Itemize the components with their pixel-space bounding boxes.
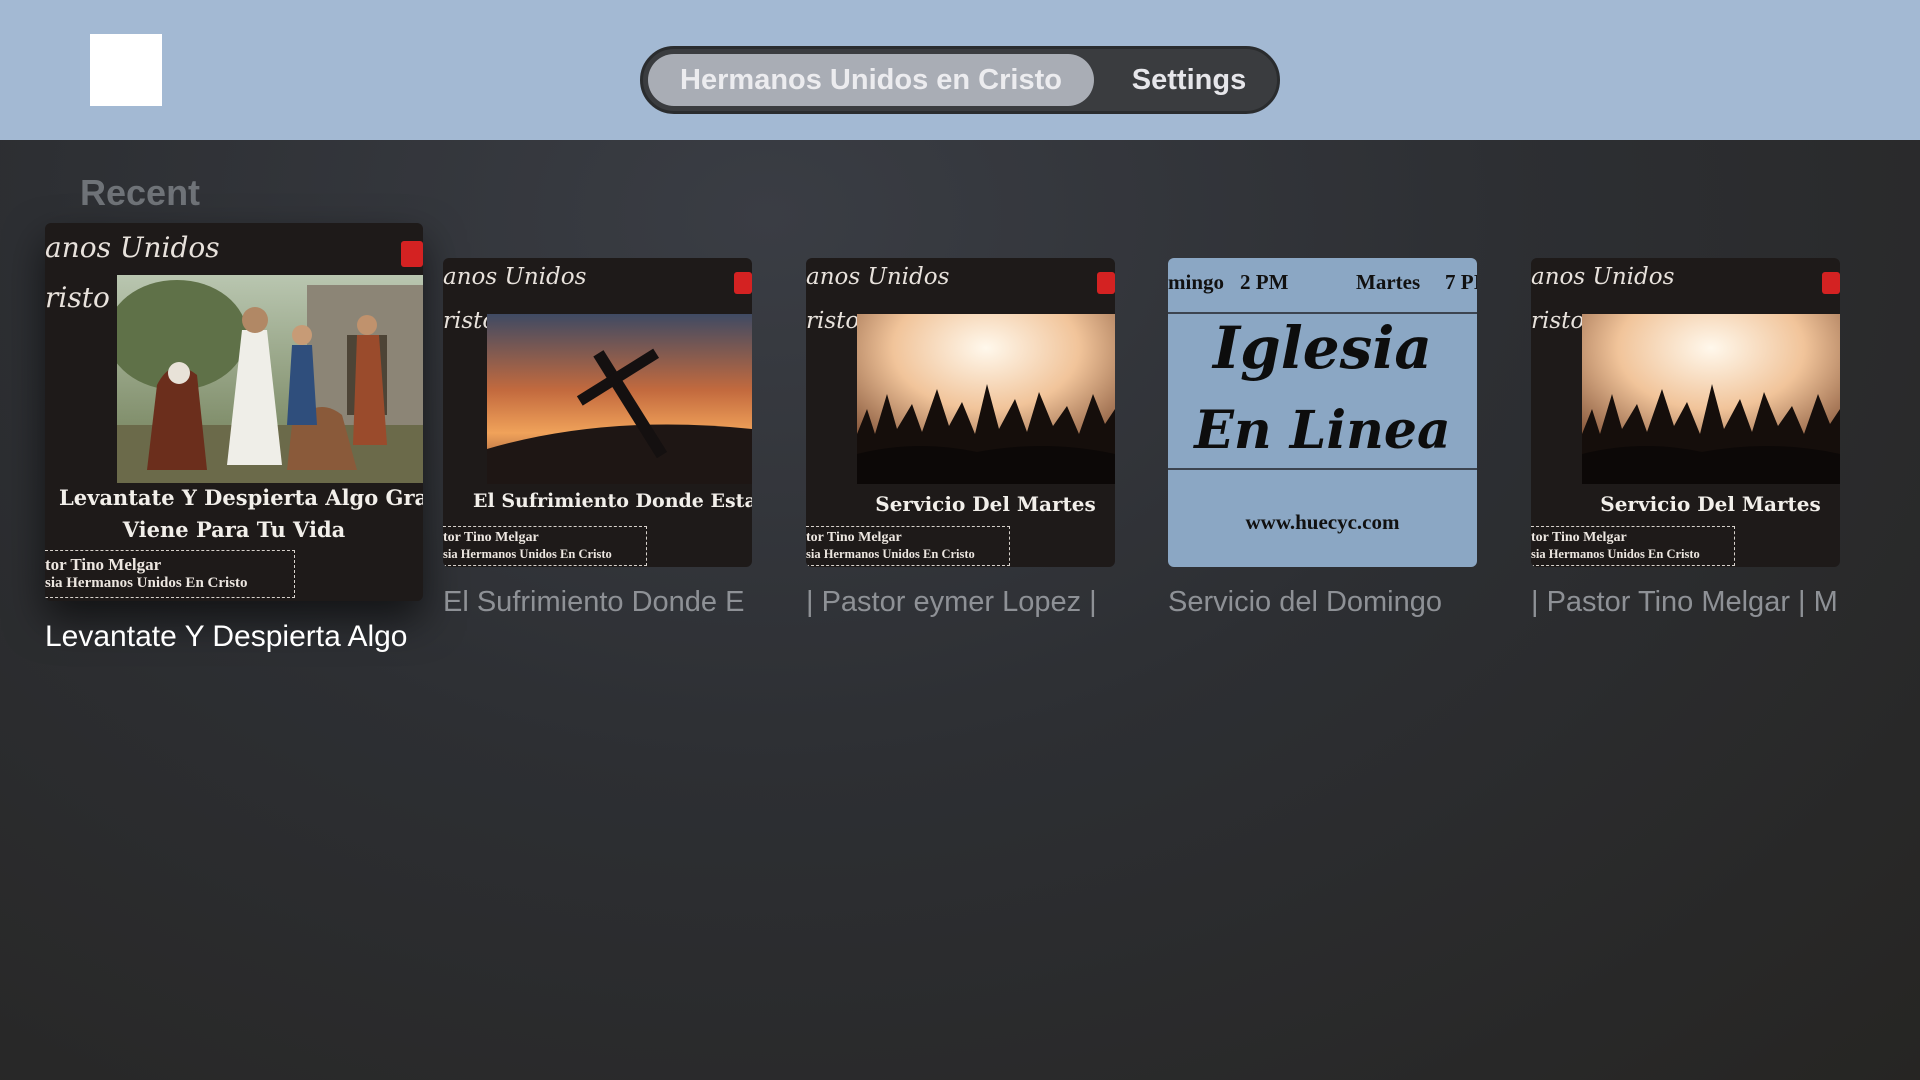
thumbnail-title: Viene Para Tu Vida bbox=[122, 517, 346, 542]
thumbnail-big-text: Iglesia bbox=[1213, 314, 1432, 382]
thumbnail-pastor-box: tor Tino Melgar sia Hermanos Unidos En C… bbox=[45, 550, 295, 598]
thumbnail-brand-text: anos Unidos bbox=[806, 264, 950, 290]
video-thumbnail-2[interactable]: anos Unidos risto El Sufrimiento Donde E… bbox=[443, 258, 752, 567]
video-title-2: El Sufrimiento Donde E bbox=[443, 586, 745, 618]
thumbnail-worship-crowd-image bbox=[1582, 314, 1840, 484]
tab-settings[interactable]: Settings bbox=[1103, 54, 1275, 106]
schedule-time-sunday: 2 PM bbox=[1240, 270, 1289, 294]
thumbnail-church-name: sia Hermanos Unidos En Cristo bbox=[443, 547, 612, 561]
thumbnail-painting-image bbox=[117, 275, 423, 483]
thumbnail-big-text: En Linea bbox=[1194, 400, 1451, 461]
thumbnail-title: El Sufrimiento Donde Esta bbox=[473, 490, 752, 512]
video-title-4: Servicio del Domingo bbox=[1168, 586, 1443, 618]
thumbnail-pastor-name: tor Tino Melgar bbox=[443, 530, 539, 545]
divider bbox=[1168, 468, 1477, 470]
video-title-1: Levantate Y Despierta Algo bbox=[45, 620, 408, 653]
video-thumbnail-5[interactable]: anos Unidos risto Servicio Del Martes to… bbox=[1531, 258, 1840, 567]
tab-bar: Hermanos Unidos en Cristo Settings bbox=[640, 46, 1280, 114]
thumbnail-brand-text: anos Unidos bbox=[443, 264, 587, 290]
tab-hermanos-unidos[interactable]: Hermanos Unidos en Cristo bbox=[648, 54, 1094, 106]
red-accent bbox=[401, 241, 423, 267]
schedule-day-sunday: mingo bbox=[1168, 270, 1225, 294]
thumbnail-title: Servicio Del Martes bbox=[875, 492, 1096, 516]
section-title-recent: Recent bbox=[80, 172, 201, 213]
thumbnail-pastor-box: tor Tino Melgar sia Hermanos Unidos En C… bbox=[806, 526, 1010, 566]
thumbnail-pastor-box: tor Tino Melgar sia Hermanos Unidos En C… bbox=[443, 526, 647, 566]
top-bar: Hermanos Unidos en Cristo Settings bbox=[0, 0, 1920, 140]
thumbnail-pastor-name: tor Tino Melgar bbox=[45, 555, 162, 574]
thumbnail-pastor-name: tor Tino Melgar bbox=[806, 530, 902, 545]
thumbnail-schedule: mingo 2 PM Martes 7 PI bbox=[1168, 258, 1477, 312]
red-accent bbox=[1822, 272, 1840, 294]
thumbnail-pastor-box: tor Tino Melgar sia Hermanos Unidos En C… bbox=[1531, 526, 1735, 566]
video-thumbnail-1[interactable]: anos Unidos risto Levantate Y Despierta … bbox=[45, 223, 423, 601]
thumbnail-brand-text: risto bbox=[806, 308, 860, 334]
thumbnail-pastor-name: tor Tino Melgar bbox=[1531, 530, 1627, 545]
thumbnail-worship-crowd-image bbox=[857, 314, 1115, 484]
thumbnail-title: Levantate Y Despierta Algo Grand bbox=[59, 485, 423, 510]
thumbnail-brand-text: risto bbox=[45, 281, 110, 314]
thumbnail-brand-text: anos Unidos bbox=[1531, 264, 1675, 290]
thumbnail-brand-text: risto bbox=[1531, 308, 1585, 334]
app-icon bbox=[90, 34, 162, 106]
schedule-time-tuesday: 7 PI bbox=[1445, 270, 1477, 294]
red-accent bbox=[734, 272, 752, 294]
video-title-5: | Pastor Tino Melgar | M bbox=[1531, 586, 1838, 618]
thumbnail-title: Servicio Del Martes bbox=[1600, 492, 1821, 516]
thumbnail-brand-text: anos Unidos bbox=[45, 231, 220, 264]
thumbnail-cross-image bbox=[487, 314, 752, 484]
thumbnail-church-name: sia Hermanos Unidos En Cristo bbox=[806, 547, 975, 561]
thumbnail-church-name: sia Hermanos Unidos En Cristo bbox=[45, 575, 248, 591]
red-accent bbox=[1097, 272, 1115, 294]
thumbnail-url: www.huecyc.com bbox=[1245, 510, 1400, 534]
video-title-3: | Pastor eymer Lopez | bbox=[806, 586, 1097, 618]
schedule-day-tuesday: Martes bbox=[1356, 270, 1421, 294]
video-thumbnail-3[interactable]: anos Unidos risto Servicio Del Martes to… bbox=[806, 258, 1115, 567]
video-thumbnail-4[interactable]: mingo 2 PM Martes 7 PI Iglesia En Linea … bbox=[1168, 258, 1477, 567]
thumbnail-church-name: sia Hermanos Unidos En Cristo bbox=[1531, 547, 1700, 561]
